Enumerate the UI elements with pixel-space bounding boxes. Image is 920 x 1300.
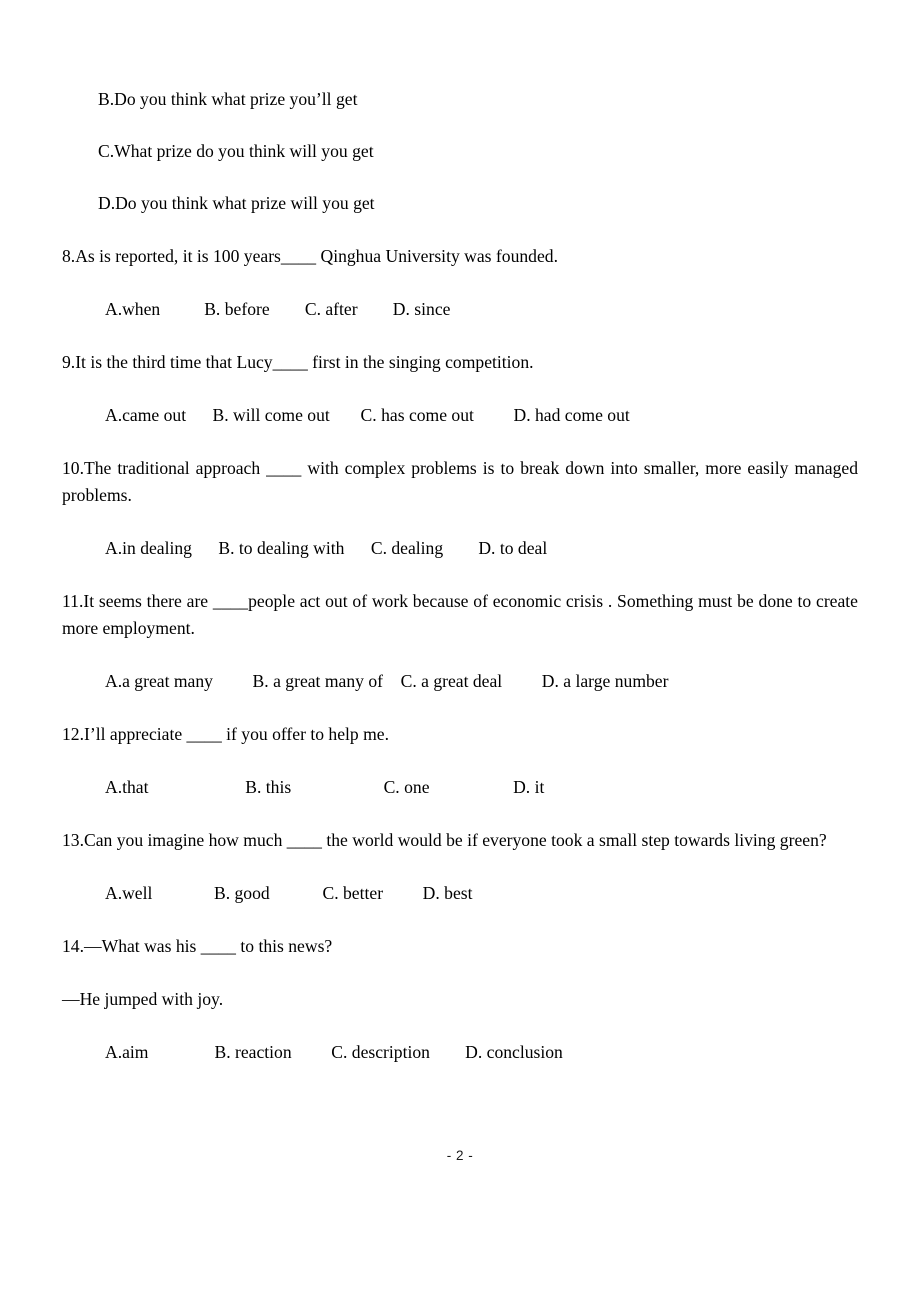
question-10-options: A.in dealing B. to dealing with C. deali… — [105, 538, 548, 558]
question-13-stem: 13.Can you imagine how much ____ the wor… — [62, 830, 827, 850]
question-9-stem: 9.It is the third time that Lucy____ fir… — [62, 352, 534, 372]
question-14-stem: 14.—What was his ____ to this news? — [62, 936, 333, 956]
question-13-options: A.well B. good C. better D. best — [105, 883, 473, 903]
carryover-choice-d: D.Do you think what prize will you get — [98, 193, 375, 213]
question-12-options: A.that B. this C. one D. it — [105, 777, 545, 797]
exam-body: B.Do you think what prize you’ll get C.W… — [62, 86, 858, 1066]
question-12-stem: 12.I’ll appreciate ____ if you offer to … — [62, 724, 390, 744]
question-11-stem: 11.It seems there are ____people act out… — [62, 591, 858, 638]
question-14-options: A.aim B. reaction C. description D. conc… — [105, 1042, 563, 1062]
question-8-stem: 8.As is reported, it is 100 years____ Qi… — [62, 246, 558, 266]
carryover-choice-c: C.What prize do you think will you get — [98, 141, 374, 161]
document-page: B.Do you think what prize you’ll get C.W… — [0, 0, 920, 1300]
question-9-options: A.came out B. will come out C. has come … — [105, 405, 630, 425]
carryover-choice-b: B.Do you think what prize you’ll get — [98, 89, 358, 109]
question-10-stem: 10.The traditional approach ____ with co… — [62, 458, 858, 505]
page-number-footer: - 2 - — [446, 1148, 474, 1163]
question-11-options: A.a great many B. a great many of C. a g… — [105, 671, 669, 691]
question-14-reply: —He jumped with joy. — [62, 989, 224, 1009]
question-8-options: A.when B. before C. after D. since — [105, 299, 451, 319]
